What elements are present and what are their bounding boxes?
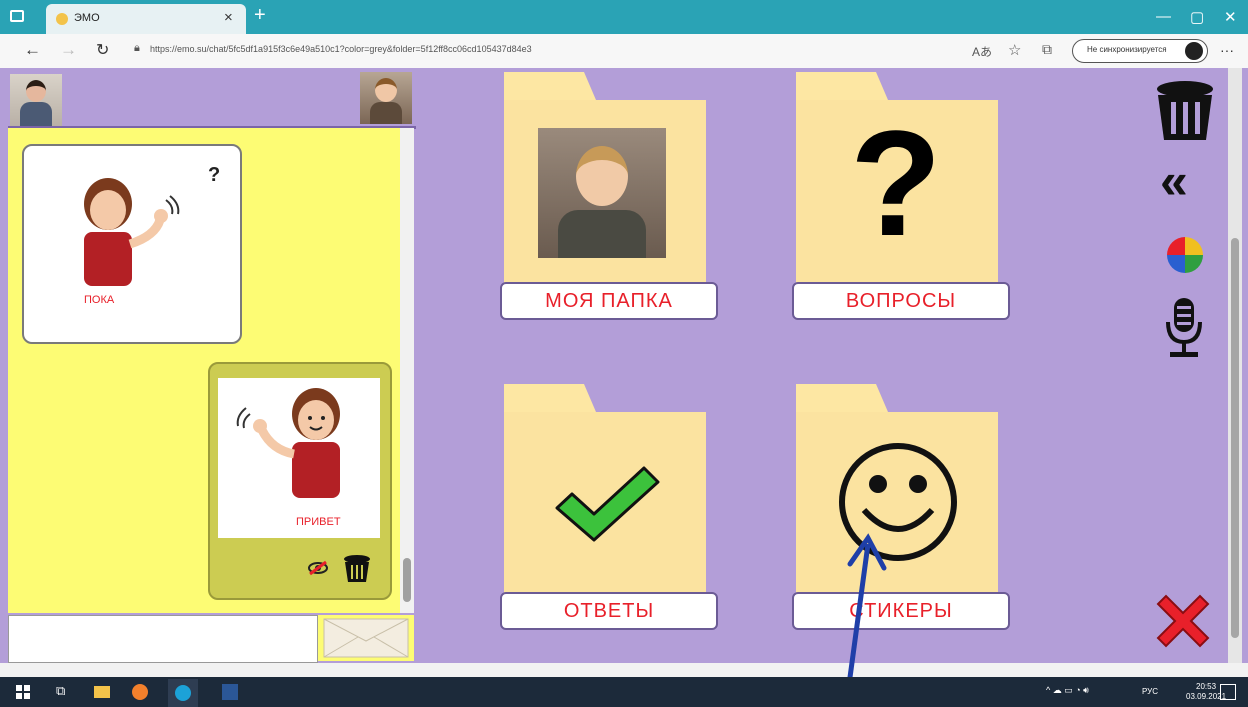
- chat-scrollbar[interactable]: [400, 128, 414, 613]
- sync-label: Не синхронизируется: [1087, 45, 1167, 54]
- refresh-icon[interactable]: ↻: [96, 40, 109, 60]
- read-aloud-icon[interactable]: Aあ: [972, 43, 992, 60]
- outgoing-message-bubble[interactable]: ПРИВЕТ: [208, 362, 392, 600]
- clock-date: 03.09.2021: [1186, 692, 1227, 701]
- browser-titlebar: ЭМО × + — ▢ ✕: [0, 0, 1248, 34]
- forward-icon[interactable]: →: [60, 40, 77, 60]
- browser-tab[interactable]: ЭМО ×: [46, 4, 246, 34]
- message-input[interactable]: [8, 615, 318, 663]
- address-bar: ← → ↻ 🔒︎ https://emo.su/chat/5fc5df1a915…: [0, 34, 1248, 69]
- favorite-icon[interactable]: ☆: [1008, 41, 1021, 59]
- firefox-icon[interactable]: [132, 684, 148, 700]
- folder-questions[interactable]: ? ВОПРОСЫ: [792, 72, 1012, 326]
- hide-icon[interactable]: [308, 560, 328, 576]
- outgoing-message-label: ПРИВЕТ: [296, 516, 341, 528]
- incoming-message-card[interactable]: ? ПОКА: [22, 144, 242, 344]
- contact-avatar[interactable]: [360, 72, 412, 124]
- edge-icon[interactable]: [168, 679, 198, 707]
- chat-header: [8, 68, 416, 129]
- page-scrollbar[interactable]: [1228, 68, 1242, 663]
- trash-icon[interactable]: [1154, 80, 1216, 142]
- taskbar-clock[interactable]: 20:53 03.09.2021: [1186, 682, 1226, 702]
- maximize-icon[interactable]: ▢: [1190, 8, 1204, 26]
- back-double-chevron-icon[interactable]: «: [1160, 156, 1188, 206]
- back-icon[interactable]: ←: [24, 40, 41, 60]
- word-icon[interactable]: [222, 684, 238, 700]
- color-picker-icon[interactable]: [1166, 236, 1204, 274]
- folder-label-my-folder: МОЯ ПАПКА: [500, 282, 718, 320]
- folder-answers[interactable]: ОТВЕТЫ: [500, 384, 720, 638]
- browser-menu-icon[interactable]: ···: [1220, 42, 1234, 58]
- chat-messages-area: ? ПОКА ПРИВЕТ: [8, 128, 408, 613]
- checkmark-icon: [555, 466, 660, 542]
- profile-avatar: [1185, 42, 1203, 60]
- file-explorer-icon[interactable]: [94, 686, 110, 698]
- tab-title: ЭМО: [74, 12, 100, 24]
- send-button[interactable]: [318, 615, 414, 661]
- close-window-icon[interactable]: ✕: [1224, 8, 1237, 26]
- favicon-icon: [56, 13, 68, 25]
- minimize-icon[interactable]: —: [1156, 8, 1171, 25]
- hello-figure-icon: [236, 388, 340, 498]
- close-x-icon[interactable]: [1152, 590, 1214, 652]
- outgoing-message-card: ПРИВЕТ: [218, 378, 380, 538]
- folder-my-folder[interactable]: МОЯ ПАПКА: [500, 72, 720, 326]
- url-field[interactable]: https://emo.su/chat/5fc5df1a915f3c6e49a5…: [150, 44, 532, 54]
- sync-button[interactable]: Не синхронизируется: [1072, 39, 1208, 63]
- lock-icon: 🔒︎: [134, 42, 140, 54]
- tab-actions-icon[interactable]: [10, 10, 24, 22]
- clock-time: 20:53: [1196, 682, 1217, 691]
- start-icon[interactable]: [16, 685, 30, 699]
- tab-close-icon[interactable]: ×: [224, 9, 233, 26]
- delete-message-icon[interactable]: [342, 554, 372, 584]
- new-tab-button[interactable]: +: [254, 4, 266, 27]
- folder-photo: [538, 128, 666, 258]
- incoming-message-label: ПОКА: [84, 294, 115, 306]
- task-view-icon[interactable]: ⧉: [56, 683, 65, 699]
- tray-icons[interactable]: ^ ☁ ▭ ◔ 🔊︎: [1046, 685, 1089, 696]
- goodbye-figure-icon: [84, 178, 180, 286]
- folder-label-answers: ОТВЕТЫ: [500, 592, 718, 630]
- folder-label-questions: ВОПРОСЫ: [792, 282, 1010, 320]
- horizontal-scrollbar[interactable]: [0, 663, 1248, 677]
- question-symbol: ?: [208, 164, 221, 186]
- language-indicator[interactable]: РУС: [1142, 687, 1158, 696]
- microphone-icon[interactable]: [1164, 296, 1204, 360]
- user-avatar[interactable]: [10, 74, 62, 126]
- question-mark-icon: ?: [850, 99, 942, 267]
- taskbar: ⧉ ^ ☁ ▭ ◔ 🔊︎ РУС: [0, 677, 1248, 707]
- collections-icon[interactable]: ⧉: [1042, 41, 1052, 58]
